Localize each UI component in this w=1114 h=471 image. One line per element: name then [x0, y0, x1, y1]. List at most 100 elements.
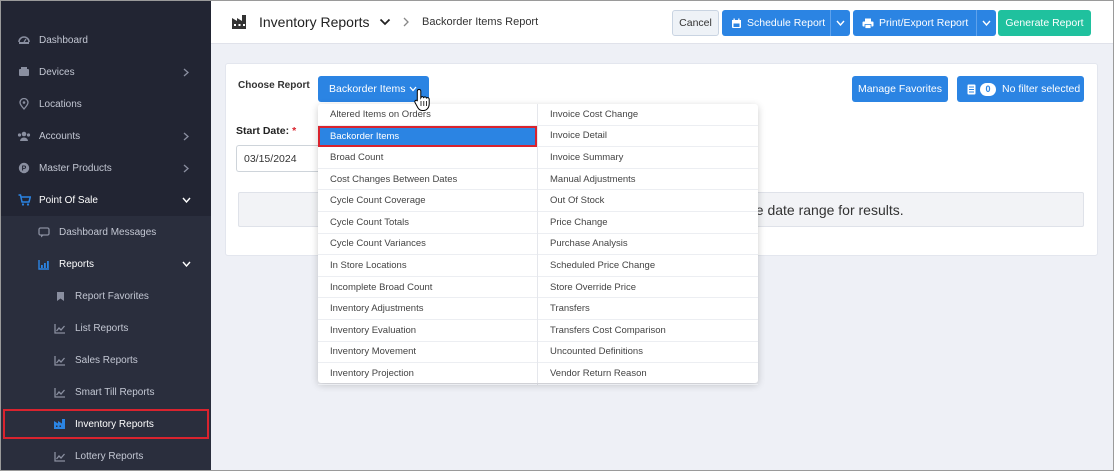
- cancel-button[interactable]: Cancel: [672, 10, 719, 36]
- menu-item[interactable]: Uncounted Definitions: [538, 342, 758, 364]
- print-export-button[interactable]: Print/Export Report: [853, 10, 996, 36]
- sidebar-item-report-favorites[interactable]: Report Favorites: [1, 280, 211, 312]
- sidebar-item-dashboard[interactable]: Dashboard: [1, 24, 211, 56]
- menu-item[interactable]: Inventory Adjustments: [318, 298, 537, 320]
- menu-item[interactable]: Transfers: [538, 298, 758, 320]
- menu-item[interactable]: Invoice Cost Change: [538, 104, 758, 126]
- chevron-down-icon[interactable]: [379, 17, 391, 27]
- chart-icon: [53, 449, 67, 463]
- sidebar-item-label: Smart Till Reports: [75, 386, 155, 398]
- sidebar-item-master-products[interactable]: P Master Products: [1, 152, 211, 184]
- menu-item[interactable]: Inventory Projection: [318, 363, 537, 385]
- filter-icon: [967, 84, 976, 95]
- printer-icon: [862, 18, 874, 29]
- chart-icon: [53, 353, 67, 367]
- page-title: Inventory Reports: [259, 14, 370, 30]
- cart-icon: [17, 193, 31, 207]
- sidebar: Dashboard Devices Locations Accounts P M…: [1, 1, 211, 470]
- schedule-report-label: Schedule Report: [747, 17, 826, 29]
- factory-icon: [231, 14, 249, 30]
- message-icon: [37, 225, 51, 239]
- generate-report-label: Generate Report: [1005, 17, 1084, 29]
- menu-item[interactable]: Cost Changes Between Dates: [318, 169, 537, 191]
- chevron-right-icon: [180, 162, 192, 174]
- menu-item[interactable]: Invoice Detail: [538, 126, 758, 148]
- calendar-icon: [731, 18, 742, 29]
- menu-item[interactable]: Out Of Stock: [538, 190, 758, 212]
- choose-report-label: Choose Report: [238, 80, 310, 91]
- menu-item[interactable]: Price Change: [538, 212, 758, 234]
- sidebar-item-label: Dashboard Messages: [59, 226, 157, 238]
- sidebar-item-locations[interactable]: Locations: [1, 88, 211, 120]
- sidebar-item-label: Lottery Reports: [75, 450, 144, 462]
- top-header: Inventory Reports Backorder Items Report…: [211, 1, 1113, 44]
- schedule-report-button[interactable]: Schedule Report: [722, 10, 850, 36]
- menu-item[interactable]: Inventory Movement: [318, 342, 537, 364]
- required-mark: *: [292, 125, 297, 137]
- menu-item[interactable]: Broad Count: [318, 147, 537, 169]
- menu-item[interactable]: Transfers Cost Comparison: [538, 320, 758, 342]
- menu-item[interactable]: Inventory Evaluation: [318, 320, 537, 342]
- devices-icon: [17, 65, 31, 79]
- sidebar-item-label: Report Favorites: [75, 290, 149, 302]
- manage-favorites-button[interactable]: Manage Favorites: [852, 76, 948, 102]
- menu-item[interactable]: Manual Adjustments: [538, 169, 758, 191]
- filter-count-badge: 0: [980, 82, 996, 96]
- sidebar-item-label: Dashboard: [39, 34, 88, 46]
- sidebar-item-dashboard-messages[interactable]: Dashboard Messages: [1, 216, 211, 248]
- dashboard-icon: [17, 33, 31, 47]
- report-select-value: Backorder Items: [329, 83, 406, 95]
- product-icon: P: [17, 161, 31, 175]
- info-message: he date range for results.: [748, 202, 904, 218]
- chart-icon: [53, 385, 67, 399]
- filter-label: No filter selected: [1002, 83, 1081, 95]
- chevron-down-icon[interactable]: [976, 10, 996, 36]
- menu-item[interactable]: Invoice Summary: [538, 147, 758, 169]
- sidebar-item-devices[interactable]: Devices: [1, 56, 211, 88]
- sidebar-item-smart-till-reports[interactable]: Smart Till Reports: [1, 376, 211, 408]
- menu-item[interactable]: Cycle Count Totals: [318, 212, 537, 234]
- chart-icon: [37, 257, 51, 271]
- chevron-down-icon: [180, 258, 192, 270]
- breadcrumb: Backorder Items Report: [422, 16, 539, 28]
- sidebar-item-label: Accounts: [39, 130, 81, 142]
- sidebar-item-label: Master Products: [39, 162, 112, 174]
- highlight-box: [3, 409, 209, 439]
- chevron-right-icon: [180, 66, 192, 78]
- start-date-label: Start Date: *: [236, 125, 296, 137]
- manage-favorites-label: Manage Favorites: [857, 83, 943, 95]
- menu-item[interactable]: Backorder Items: [318, 125, 537, 148]
- bookmark-icon: [53, 289, 67, 303]
- sidebar-item-point-of-sale[interactable]: Point Of Sale: [1, 184, 211, 216]
- sidebar-item-reports[interactable]: Reports: [1, 248, 211, 280]
- sidebar-item-label: Devices: [39, 66, 75, 78]
- menu-item[interactable]: Incomplete Broad Count: [318, 277, 537, 299]
- sidebar-item-list-reports[interactable]: List Reports: [1, 312, 211, 344]
- sidebar-item-lottery-reports[interactable]: Lottery Reports: [1, 440, 211, 470]
- sidebar-item-sales-reports[interactable]: Sales Reports: [1, 344, 211, 376]
- start-date-input[interactable]: [236, 145, 326, 172]
- chart-icon: [53, 321, 67, 335]
- sidebar-item-label: Sales Reports: [75, 354, 138, 366]
- start-date-label-text: Start Date:: [236, 125, 290, 137]
- menu-item[interactable]: Cycle Count Coverage: [318, 190, 537, 212]
- menu-item[interactable]: Purchase Analysis: [538, 234, 758, 256]
- chevron-right-icon: [402, 16, 410, 28]
- location-pin-icon: [17, 97, 31, 111]
- menu-item[interactable]: Vendor Return Reason: [538, 363, 758, 385]
- hand-pointer-icon: [413, 88, 433, 112]
- users-icon: [17, 129, 31, 143]
- generate-report-button[interactable]: Generate Report: [998, 10, 1091, 36]
- menu-item[interactable]: Cycle Count Variances: [318, 234, 537, 256]
- filter-button[interactable]: 0 No filter selected: [957, 76, 1084, 102]
- sidebar-item-label: Locations: [39, 98, 82, 110]
- chevron-down-icon: [180, 194, 192, 206]
- cancel-label: Cancel: [679, 17, 712, 29]
- sidebar-item-label: List Reports: [75, 322, 129, 334]
- chevron-down-icon[interactable]: [830, 10, 850, 36]
- menu-item[interactable]: In Store Locations: [318, 255, 537, 277]
- sidebar-item-accounts[interactable]: Accounts: [1, 120, 211, 152]
- print-export-label: Print/Export Report: [879, 17, 969, 29]
- menu-item[interactable]: Store Override Price: [538, 277, 758, 299]
- menu-item[interactable]: Scheduled Price Change: [538, 255, 758, 277]
